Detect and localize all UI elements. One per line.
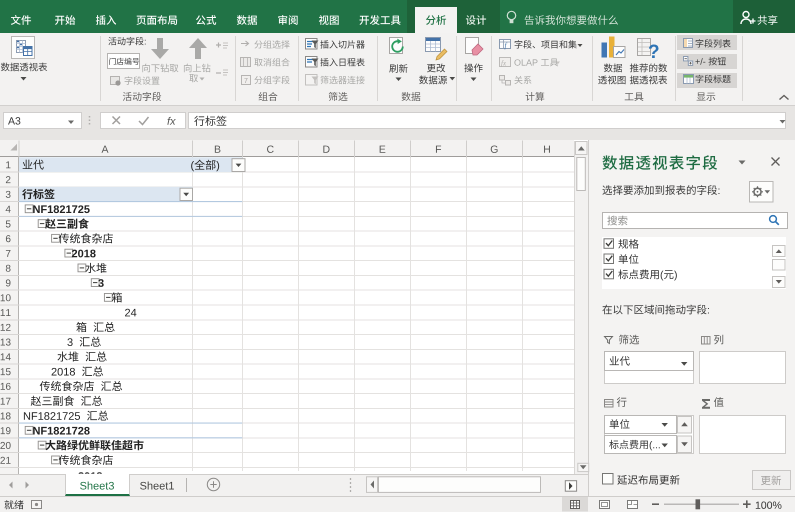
svg-text:7: 7 [244,78,248,85]
svg-text:fx: fx [501,60,507,68]
svg-text:?: ? [648,42,660,63]
